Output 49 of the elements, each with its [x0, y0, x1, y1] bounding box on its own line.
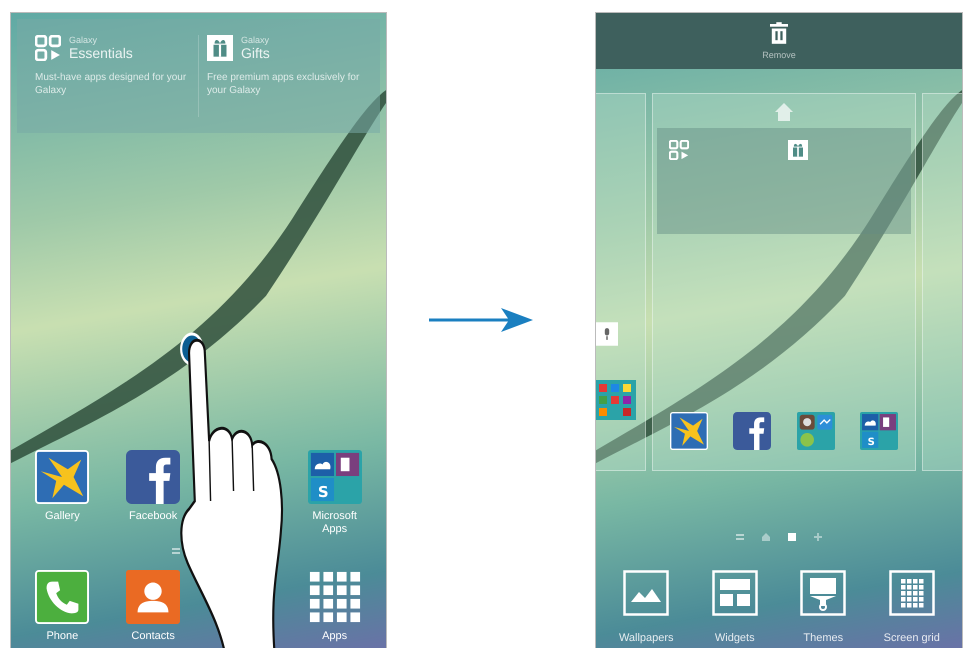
app-folder-icon: [596, 380, 636, 420]
widget-description: Free premium apps exclusively for your Galaxy: [207, 71, 360, 97]
option-label[interactable]: Wallpapers: [618, 632, 674, 644]
app-label[interactable]: Gallery: [44, 510, 80, 524]
layout-icon: [712, 570, 758, 616]
app-label[interactable]: Apps: [322, 630, 348, 644]
landscape-icon: [623, 570, 670, 616]
remove-label[interactable]: Remove: [762, 50, 796, 60]
widget-category: Galaxy: [241, 35, 270, 45]
person-icon: [126, 570, 180, 624]
widget-category: Galaxy: [69, 35, 98, 45]
grid-icon: [669, 140, 689, 160]
facebook-icon: [126, 450, 180, 504]
app-folder-icon: [860, 412, 898, 450]
home-page-icon[interactable]: [762, 533, 770, 541]
facebook-icon: [733, 412, 772, 450]
widget-title: Gifts: [241, 45, 270, 61]
app-label[interactable]: Facebook: [128, 510, 178, 524]
flower-icon: [670, 412, 708, 450]
page-preview[interactable]: [922, 93, 962, 471]
app-folder-icon: [796, 412, 835, 450]
paint-brush-icon: [800, 570, 846, 616]
option-label[interactable]: Screen grid: [884, 632, 940, 644]
widget-description: Must-have apps designed for your Galaxy: [35, 71, 188, 97]
tile-letter: S: [316, 484, 330, 501]
widget-card[interactable]: Galaxy Essentials Must-have apps designed for your Galaxy Galaxy Gifts Free premium apps exclusively for your Galaxy: [17, 19, 380, 133]
app-label[interactable]: Phone: [46, 630, 78, 644]
app-folder-icon: [308, 450, 362, 504]
app-grid-icon: [308, 570, 362, 624]
grid-icon: [35, 35, 61, 61]
widget-title: Essentials: [69, 45, 133, 61]
phone-icon: [35, 570, 90, 624]
gift-icon: [788, 140, 808, 160]
page-preview[interactable]: S: [652, 93, 916, 471]
briefing-page-icon[interactable]: [172, 548, 180, 554]
option-label[interactable]: Themes: [803, 632, 844, 644]
tile-letter: S: [866, 436, 876, 448]
app-label[interactable]: Contacts: [131, 630, 175, 644]
gift-icon: [207, 35, 233, 61]
trash-icon[interactable]: [770, 22, 788, 44]
home-icon: [774, 102, 794, 122]
briefing-page-icon[interactable]: [736, 534, 744, 540]
grid-icon: [888, 570, 935, 616]
add-page-icon[interactable]: [814, 533, 822, 541]
arrow-icon: [429, 308, 533, 332]
flower-icon: [35, 450, 90, 504]
option-label[interactable]: Widgets: [714, 632, 755, 644]
app-label[interactable]: Microsoft Apps: [304, 510, 366, 536]
page-preview[interactable]: [596, 93, 646, 471]
